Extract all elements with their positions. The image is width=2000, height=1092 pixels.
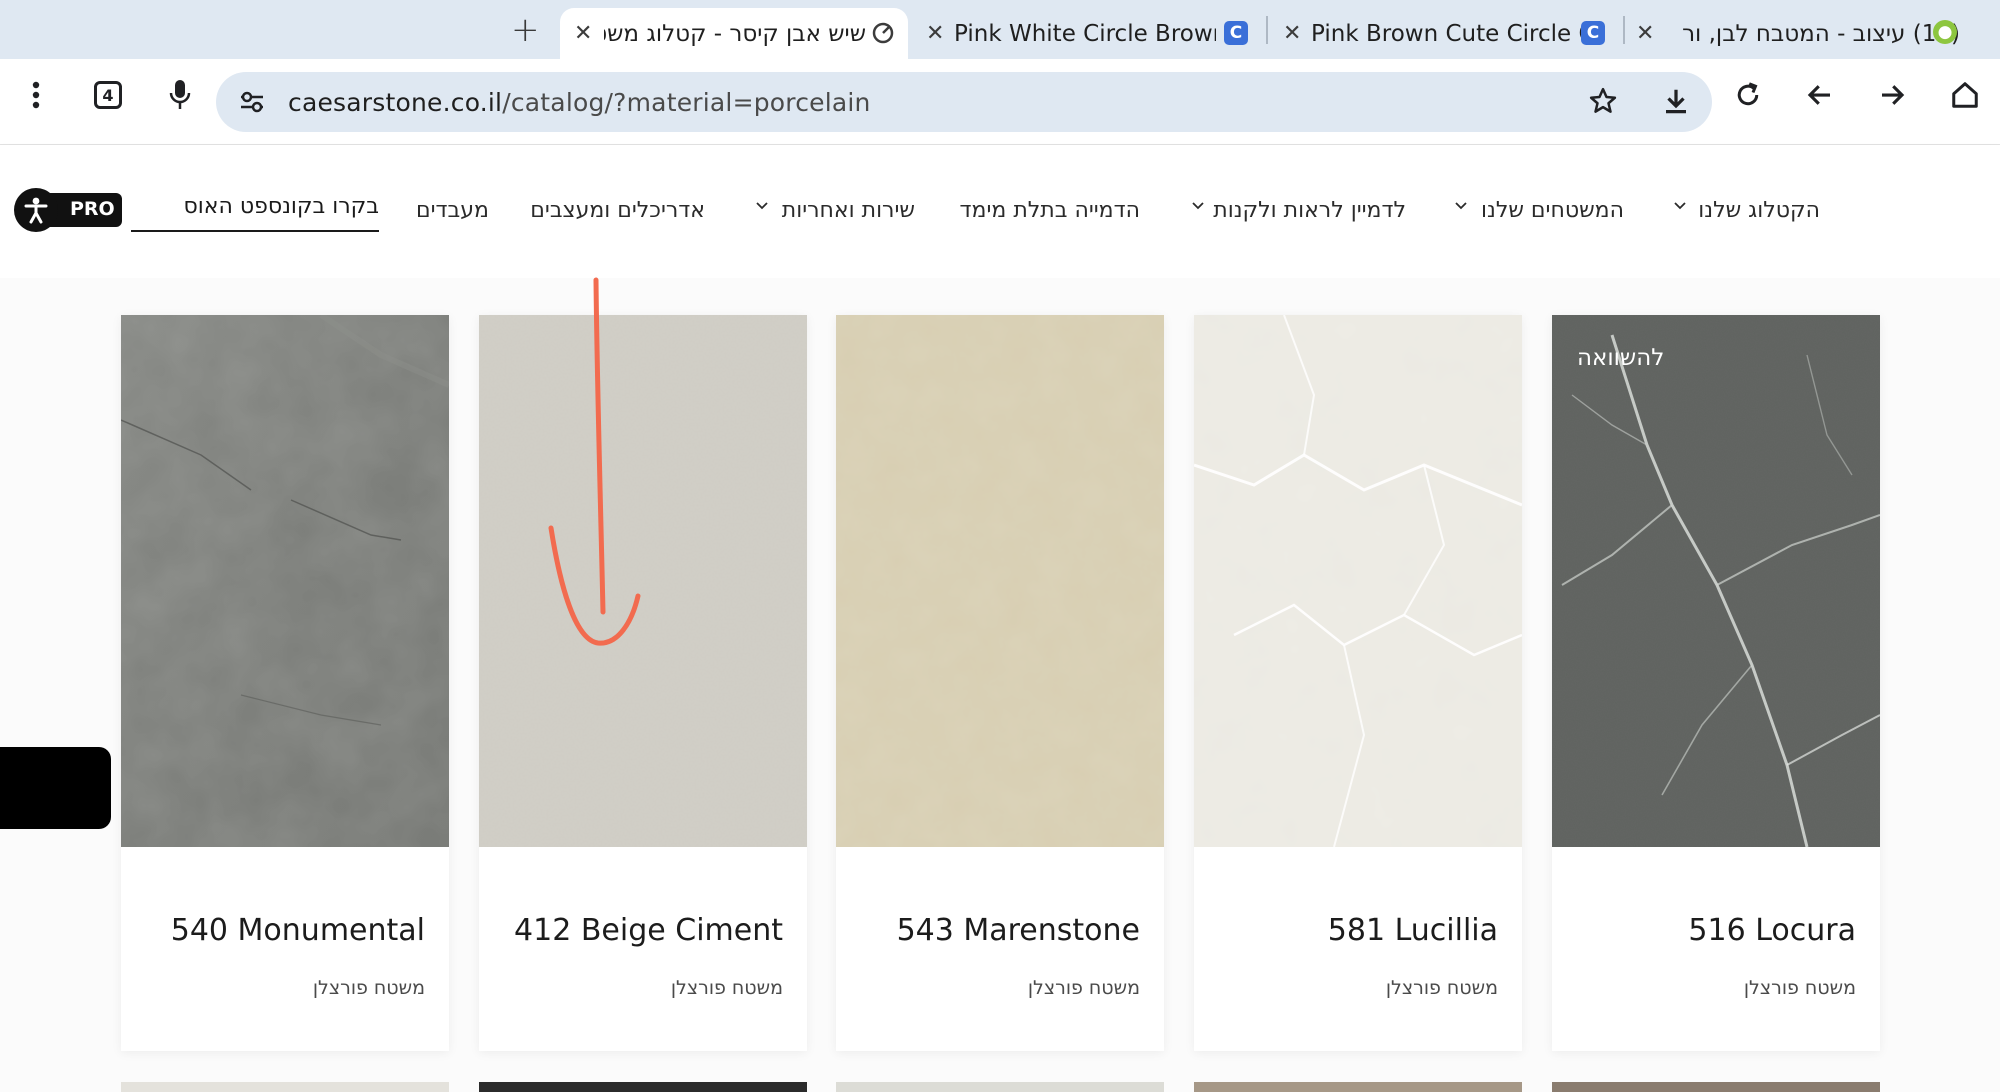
menu-dots-icon[interactable]	[16, 75, 56, 115]
accessibility-icon	[14, 188, 58, 232]
site-header: הקטלוג שלנו המשטחים שלנו לדמיין לראות ול…	[0, 145, 2000, 278]
concept-house-link[interactable]: בקרו בקונספט האוס	[131, 194, 379, 232]
product-type: משטח פורצלן	[1027, 977, 1140, 999]
product-name[interactable]: 516 Locura	[1688, 913, 1856, 948]
product-swatch-image[interactable]	[836, 315, 1164, 847]
download-icon[interactable]	[1661, 86, 1691, 120]
tab-count: 4	[94, 81, 122, 109]
loading-spinner-icon	[870, 20, 896, 52]
tab-close-icon[interactable]: ✕	[574, 21, 592, 46]
product-card[interactable]: 543 Marenstone משטח פורצלן	[836, 315, 1164, 1051]
chevron-down-icon[interactable]	[1453, 197, 1469, 218]
canva-favicon-icon: C	[1224, 21, 1248, 45]
chevron-down-icon[interactable]	[754, 197, 770, 218]
product-swatch-image[interactable]: להשוואה	[1552, 315, 1880, 847]
product-swatch-image[interactable]	[1194, 315, 1522, 847]
product-type: משטח פורצלן	[1743, 977, 1856, 999]
url-path: /catalog/?material=porcelain	[502, 88, 871, 117]
tab-close-icon[interactable]: ✕	[926, 21, 944, 46]
product-type: משטח פורצלן	[312, 977, 425, 999]
product-name[interactable]: 412 Beige Ciment	[514, 913, 783, 948]
product-type: משטח פורצלן	[670, 977, 783, 999]
tab-separator	[1266, 16, 1268, 44]
forward-arrow-icon[interactable]	[1872, 75, 1912, 115]
tab-title: (18) עיצוב - המטבח לבן, ור	[1682, 20, 1960, 47]
product-card[interactable]: להשוואה 516 Locura משטח פורצלן	[1552, 315, 1880, 1051]
microphone-icon[interactable]	[160, 75, 200, 115]
nav-item-3d-simulation[interactable]: הדמייה בתלת מימד	[960, 198, 1140, 223]
chevron-down-icon[interactable]	[1190, 197, 1206, 218]
browser-toolbar: 4 caesarstone.co.il/catalog/?material=po…	[0, 59, 2000, 145]
product-card[interactable]: 412 Beige Ciment משטח פורצלן	[479, 315, 807, 1051]
browser-tab[interactable]: ✕ Pink White Circle Brownie C	[918, 8, 1263, 59]
product-name[interactable]: 540 Monumental	[171, 913, 425, 948]
nav-item-fabricators[interactable]: מעבדים	[416, 198, 489, 223]
product-name[interactable]: 543 Marenstone	[897, 913, 1140, 948]
nav-item-surfaces[interactable]: המשטחים שלנו	[1481, 198, 1624, 223]
back-arrow-icon[interactable]	[1800, 75, 1840, 115]
bookmark-star-icon[interactable]	[1588, 86, 1618, 120]
accessibility-button[interactable]: PRO	[14, 188, 122, 232]
tab-switcher-button[interactable]: 4	[88, 75, 128, 115]
url-domain: caesarstone.co.il	[288, 88, 503, 117]
product-card-partial[interactable]	[1194, 1082, 1522, 1092]
nav-item-architects[interactable]: אדריכלים ומעצבים	[530, 198, 705, 223]
tab-title: Pink Brown Cute Circle C	[1311, 20, 1581, 47]
url-text[interactable]: caesarstone.co.il/catalog/?material=porc…	[288, 88, 871, 117]
nav-item-imagine[interactable]: לדמיין לראות ולקנות	[1213, 198, 1406, 223]
home-icon[interactable]	[1945, 75, 1985, 115]
site-favicon-icon: ●	[1933, 20, 1957, 44]
site-settings-icon[interactable]	[238, 88, 266, 120]
address-bar[interactable]: caesarstone.co.il/catalog/?material=porc…	[216, 72, 1712, 132]
side-widget-button[interactable]	[0, 747, 111, 829]
chevron-down-icon[interactable]	[1672, 197, 1688, 218]
tab-title: Pink White Circle Brownie	[954, 20, 1216, 47]
product-type: משטח פורצלן	[1385, 977, 1498, 999]
browser-tab-active[interactable]: ✕ שיש אבן קיסר - קטלוג משט	[560, 8, 908, 59]
product-swatch-image[interactable]	[121, 315, 449, 847]
browser-tab[interactable]: ✕ (18) עיצוב - המטבח לבן, ור ●	[1630, 8, 2000, 59]
product-card-partial[interactable]	[836, 1082, 1164, 1092]
product-card-partial[interactable]	[121, 1082, 449, 1092]
compare-label[interactable]: להשוואה	[1577, 345, 1664, 371]
product-name[interactable]: 581 Lucillia	[1328, 913, 1498, 948]
reload-icon[interactable]	[1728, 75, 1768, 115]
tab-title: שיש אבן קיסר - קטלוג משט	[604, 20, 866, 47]
nav-item-service[interactable]: שירות ואחריות	[782, 198, 915, 223]
tab-close-icon[interactable]: ✕	[1636, 21, 1654, 46]
tab-close-icon[interactable]: ✕	[1283, 21, 1301, 46]
product-swatch-image[interactable]	[479, 315, 807, 847]
browser-tab[interactable]: ✕ Pink Brown Cute Circle C C	[1275, 8, 1625, 59]
product-card[interactable]: 581 Lucillia משטח פורצלן	[1194, 315, 1522, 1051]
product-card[interactable]: 540 Monumental משטח פורצלן	[121, 315, 449, 1051]
catalog-grid: להשוואה 516 Locura משטח פורצלן 581 Lucil…	[0, 278, 2000, 1092]
new-tab-button[interactable]: +	[511, 10, 540, 50]
nav-item-catalog[interactable]: הקטלוג שלנו	[1698, 198, 1820, 223]
browser-tab-strip: ✕ (18) עיצוב - המטבח לבן, ור ● ✕ Pink Br…	[0, 0, 2000, 59]
product-card-partial[interactable]	[479, 1082, 807, 1092]
product-card-partial[interactable]	[1552, 1082, 1880, 1092]
canva-favicon-icon: C	[1581, 21, 1605, 45]
